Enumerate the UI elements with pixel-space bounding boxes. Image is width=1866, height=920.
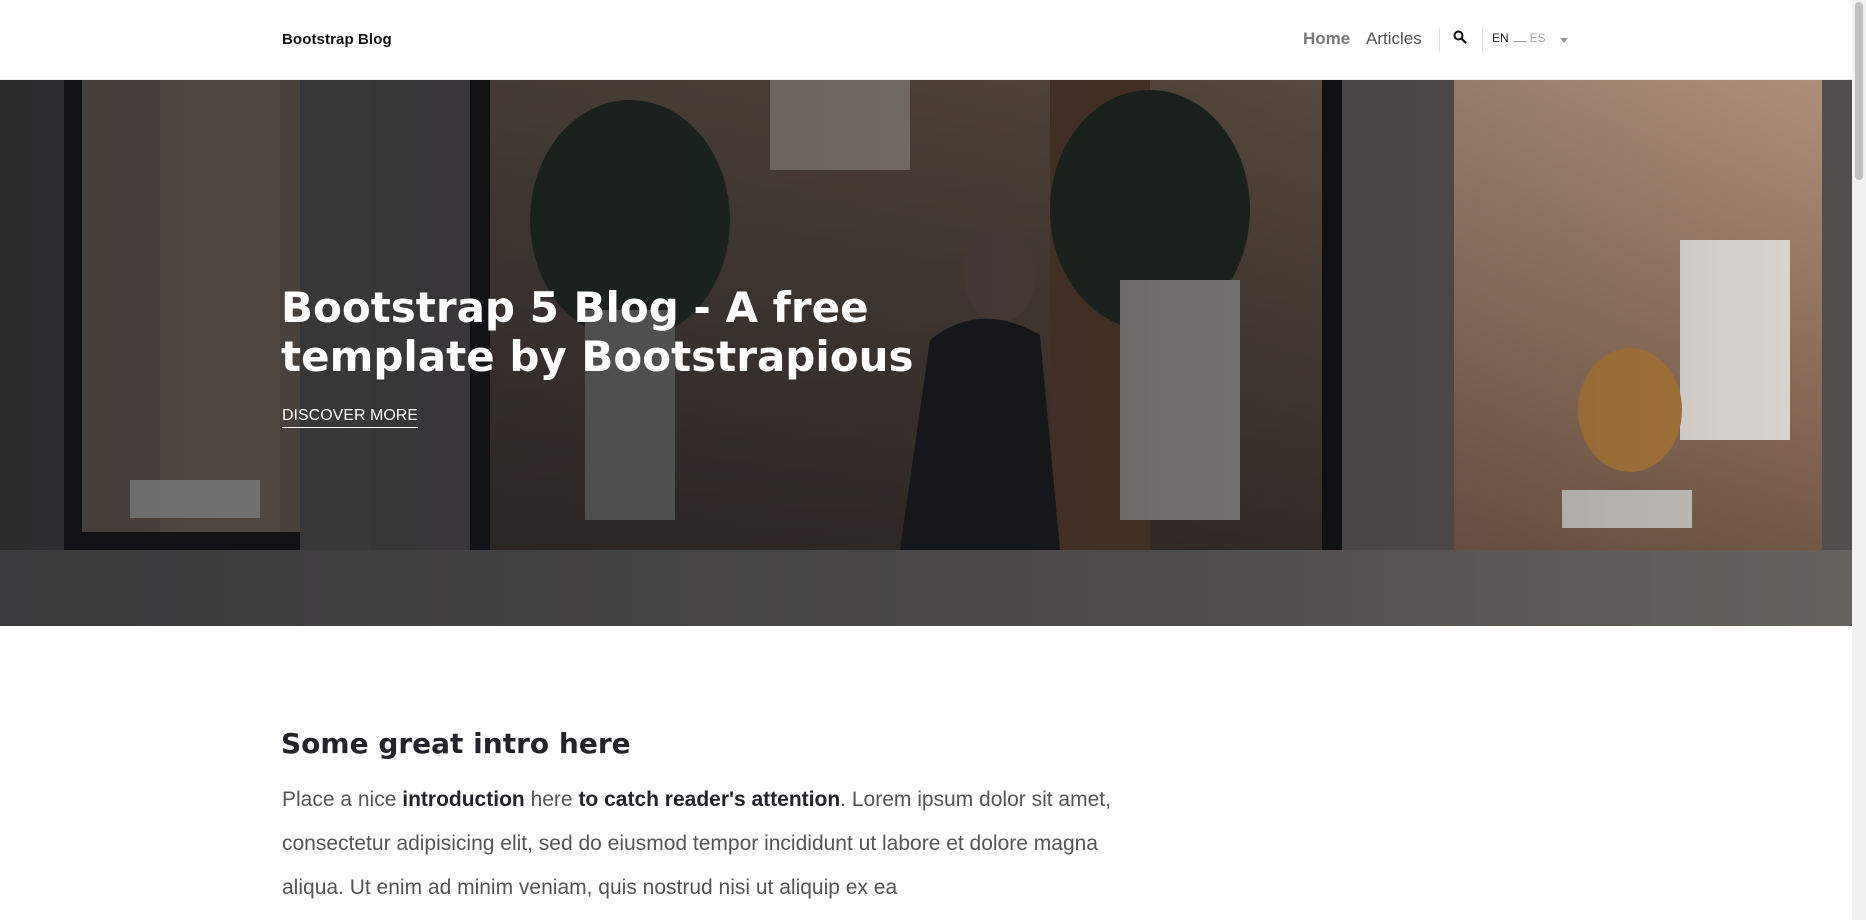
scrollbar-thumb[interactable] [1855, 2, 1863, 180]
nav-divider [1439, 28, 1440, 52]
nav-divider [1482, 28, 1483, 52]
intro-text-segment: here [524, 788, 579, 811]
intro-heading: Some great intro here [281, 727, 631, 760]
page: Bootstrap Blog Home Articles EN ES Boots… [0, 0, 1866, 920]
navbar: Bootstrap Blog Home Articles EN ES [0, 0, 1852, 80]
brand-logo[interactable]: Bootstrap Blog [282, 31, 392, 48]
intro-text-segment: Place a nice [282, 788, 403, 811]
language-alternate[interactable]: ES [1530, 31, 1546, 45]
chevron-down-icon[interactable] [1560, 38, 1568, 43]
discover-more-link[interactable]: DISCOVER MORE [282, 407, 419, 428]
intro-bold-introduction: introduction [402, 788, 525, 811]
nav-link-home[interactable]: Home [1303, 29, 1350, 49]
language-switcher[interactable]: EN ES [1492, 31, 1546, 45]
hero-section: Bootstrap 5 Blog - A free template by Bo… [0, 80, 1852, 626]
language-current: EN [1492, 31, 1509, 45]
page-scrollbar[interactable] [1852, 0, 1866, 920]
search-icon[interactable] [1453, 30, 1469, 46]
nav-link-articles[interactable]: Articles [1366, 29, 1422, 49]
intro-paragraph: Place a nice introduction here to catch … [282, 778, 1142, 910]
language-dash [1512, 34, 1527, 42]
intro-bold-attention: to catch reader's attention [578, 788, 841, 811]
hero-title: Bootstrap 5 Blog - A free template by Bo… [281, 283, 914, 381]
